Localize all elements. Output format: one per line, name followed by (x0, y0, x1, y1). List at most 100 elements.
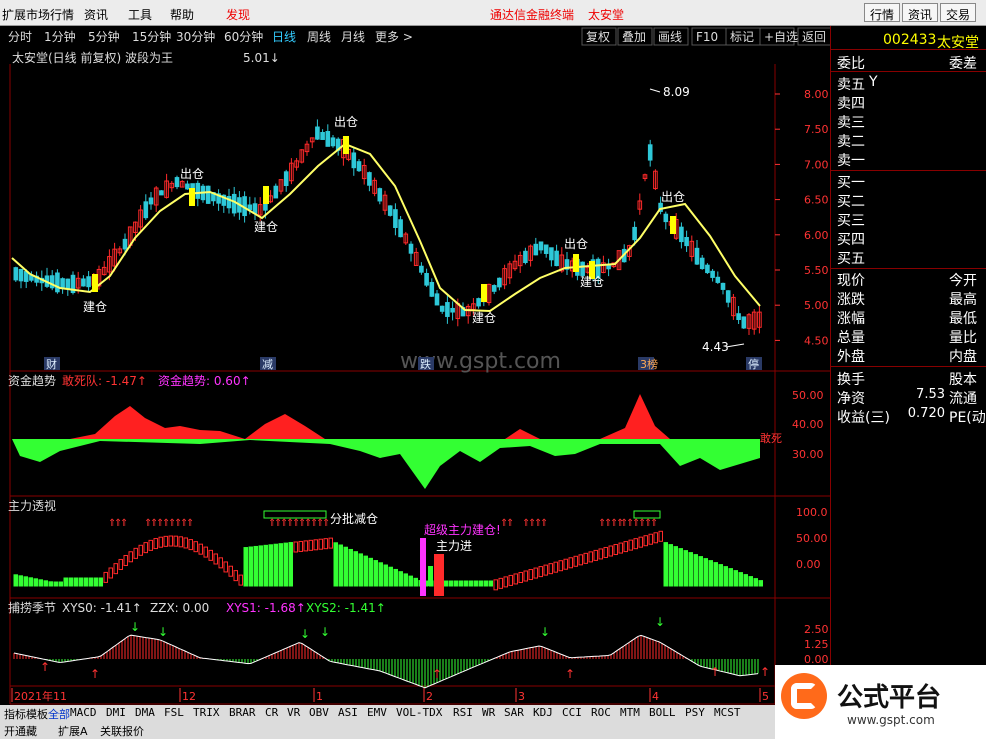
sell-level-1: 卖一 (837, 153, 865, 169)
indicator-tab-3[interactable]: MACD (70, 706, 97, 719)
candle-body (367, 172, 372, 186)
signal-label: 出仓 (180, 167, 204, 181)
p3-bar (208, 549, 213, 561)
indicator-tab-13[interactable]: EMV (367, 706, 387, 719)
indicator-tab-0[interactable]: 指标 (4, 706, 26, 722)
period-7[interactable]: 周线 (307, 30, 331, 44)
event-tag[interactable]: 减 (262, 358, 273, 371)
period-8[interactable]: 月线 (341, 30, 365, 44)
p3-bar (498, 577, 503, 589)
p3-bar (43, 580, 48, 587)
event-tag[interactable]: 财 (46, 357, 57, 371)
tab-related[interactable]: 关联报价 (100, 723, 144, 739)
menu-news[interactable]: 资讯 (84, 6, 108, 23)
p3-bar (578, 554, 583, 566)
indicator-tab-10[interactable]: VR (287, 706, 300, 719)
indicator-tab-15[interactable]: RSI (453, 706, 473, 719)
period-0[interactable]: 分时 (8, 30, 32, 44)
signal-label: 建仓 (580, 275, 604, 289)
period-2[interactable]: 5分钟 (88, 29, 120, 44)
indicator-tab-21[interactable]: MTM (620, 706, 640, 719)
period-4[interactable]: 30分钟 (176, 29, 215, 44)
tab-open[interactable]: 开通藏 (4, 723, 37, 739)
p3-bar (113, 563, 118, 575)
indicator-tab-5[interactable]: DMA (135, 706, 155, 719)
p3-bar (718, 564, 723, 587)
candle-body (252, 203, 258, 214)
event-tag[interactable]: 停 (748, 357, 759, 371)
p4-xys2: XYS2: -1.41↑ (306, 601, 386, 615)
period-6[interactable]: 日线 (272, 30, 296, 44)
toolbar-btn-2[interactable]: 画线 (658, 30, 682, 44)
indicator-tab-2[interactable]: 全部 (48, 706, 70, 722)
p3-bar (593, 549, 598, 561)
p3-bar (248, 546, 253, 587)
indicator-tab-4[interactable]: DMI (106, 706, 126, 719)
menu-help[interactable]: 帮助 (170, 6, 194, 23)
p3-bar (118, 558, 123, 570)
sell-level-5: 卖五 (837, 77, 865, 93)
candle-body (684, 237, 689, 247)
candle-body (491, 285, 497, 292)
p2-title: 资金趋势 (8, 373, 56, 388)
indicator-tab-20[interactable]: ROC (591, 706, 611, 719)
signal-label: 出仓 (334, 115, 358, 129)
event-tag[interactable]: 跌 (420, 357, 431, 371)
indicator-tab-23[interactable]: PSY (685, 706, 705, 719)
p4-arrow: ↑ (710, 665, 720, 679)
indicator-tab-6[interactable]: FSL (164, 706, 184, 719)
p4-arrow: ↓ (320, 625, 330, 639)
indicator-tab-12[interactable]: ASI (338, 706, 358, 719)
candle-body (185, 183, 190, 190)
toolbar-btn-4[interactable]: 标记 (730, 30, 754, 44)
indicator-tab-7[interactable]: TRIX (193, 706, 220, 719)
tab-ext[interactable]: 扩展A (58, 723, 88, 739)
btn-trade[interactable]: 交易 (940, 3, 977, 22)
indicator-tab-9[interactable]: CR (265, 706, 278, 719)
period-5[interactable]: 60分钟 (224, 29, 263, 44)
candle-body (429, 281, 435, 297)
p3-bar (233, 570, 238, 582)
indicator-tab-8[interactable]: BRAR (229, 706, 256, 719)
x-tick: 12 (182, 690, 196, 703)
period-3[interactable]: 15分钟 (132, 29, 171, 44)
p3-arrow: ⇑ (506, 518, 514, 529)
candle-body (174, 177, 180, 188)
bottom-tabs: 开通藏 扩展A 关联报价 (0, 721, 775, 739)
period-1[interactable]: 1分钟 (44, 29, 76, 44)
indicator-tab-14[interactable]: VOL-TDX (396, 706, 442, 719)
indicator-tab-19[interactable]: CCI (562, 706, 582, 719)
candle-body (330, 137, 336, 147)
period-9[interactable]: 更多 > (375, 30, 413, 44)
menu-market[interactable]: 扩展市场行情 (2, 6, 74, 23)
indicator-tab-18[interactable]: KDJ (533, 706, 553, 719)
p3-bar (308, 539, 313, 551)
toolbar-btn-6[interactable]: 返回 (802, 30, 826, 44)
menu-tools[interactable]: 工具 (128, 6, 152, 23)
toolbar-btn-0[interactable]: 复权 (586, 30, 610, 44)
btn-quote[interactable]: 行情 (864, 3, 901, 22)
stat-right-4: 内盘 (949, 349, 977, 365)
btn-info[interactable]: 资讯 (902, 3, 939, 22)
candle-body (356, 161, 362, 172)
signal-bar (263, 186, 269, 204)
p3-bar (573, 555, 578, 567)
p4-xys1: XYS1: -1.68↑ (226, 601, 306, 615)
indicator-tab-17[interactable]: SAR (504, 706, 524, 719)
indicator-tab-22[interactable]: BOLL (649, 706, 676, 719)
indicator-tab-24[interactable]: MCST (714, 706, 741, 719)
p3-bar (373, 560, 378, 587)
p3-bar (703, 558, 708, 587)
indicator-tab-16[interactable]: WR (482, 706, 495, 719)
p4-arrow: ↓ (130, 620, 140, 634)
p3-bar (628, 539, 633, 551)
p3-bar (33, 578, 38, 587)
toolbar-btn-1[interactable]: 叠加 (622, 30, 646, 44)
chart-area[interactable]: 分时 1分钟 5分钟 15分钟 30分钟 60分钟 日线 周线 月线 更多 > 复权 叠加 画线 F10… (0, 26, 830, 739)
menu-discover[interactable]: 发现 (226, 6, 250, 23)
toolbar-btn-3[interactable]: F10 (696, 30, 718, 44)
indicator-tab-1[interactable]: 模板 (26, 706, 48, 722)
indicator-tab-11[interactable]: OBV (309, 706, 329, 719)
toolbar-btn-5[interactable]: +自选 (764, 30, 798, 44)
event-tag[interactable]: 3榜 (640, 357, 658, 371)
